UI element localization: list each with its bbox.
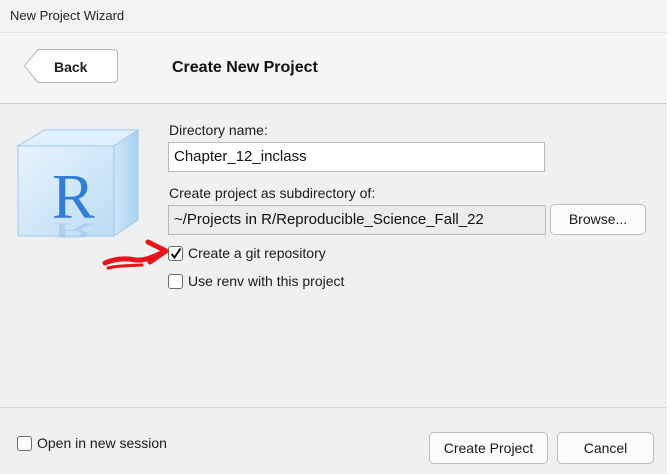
window-titlebar: New Project Wizard xyxy=(0,0,670,33)
cancel-button[interactable]: Cancel xyxy=(557,432,654,464)
checkmark-icon xyxy=(170,247,182,260)
back-button[interactable]: Back xyxy=(24,49,118,83)
create-project-button[interactable]: Create Project xyxy=(429,432,548,464)
window-title: New Project Wizard xyxy=(10,8,125,23)
back-button-label: Back xyxy=(54,59,88,75)
svg-text:R: R xyxy=(52,218,95,240)
red-arrow-annotation xyxy=(102,239,169,270)
open-new-session-checkbox[interactable] xyxy=(17,436,32,451)
git-repository-label[interactable]: Create a git repository xyxy=(188,245,326,261)
browse-button[interactable]: Browse... xyxy=(550,204,646,235)
subdirectory-path-field[interactable]: ~/Projects in R/Reproducible_Science_Fal… xyxy=(168,205,546,235)
open-new-session-label[interactable]: Open in new session xyxy=(37,435,167,451)
renv-label[interactable]: Use renv with this project xyxy=(188,273,344,289)
subdirectory-label: Create project as subdirectory of: xyxy=(169,185,376,201)
directory-name-label: Directory name: xyxy=(169,122,268,138)
r-project-logo: R R xyxy=(16,129,140,240)
git-repository-checkbox[interactable] xyxy=(168,246,183,261)
renv-checkbox[interactable] xyxy=(168,274,183,289)
wizard-footer: Open in new session Create Project Cance… xyxy=(0,407,667,474)
wizard-header: Back Create New Project xyxy=(0,33,667,104)
wizard-body: R R Directory name: Chapter_12_inclass C… xyxy=(0,104,667,407)
page-title: Create New Project xyxy=(172,59,318,76)
directory-name-input[interactable]: Chapter_12_inclass xyxy=(168,142,545,172)
